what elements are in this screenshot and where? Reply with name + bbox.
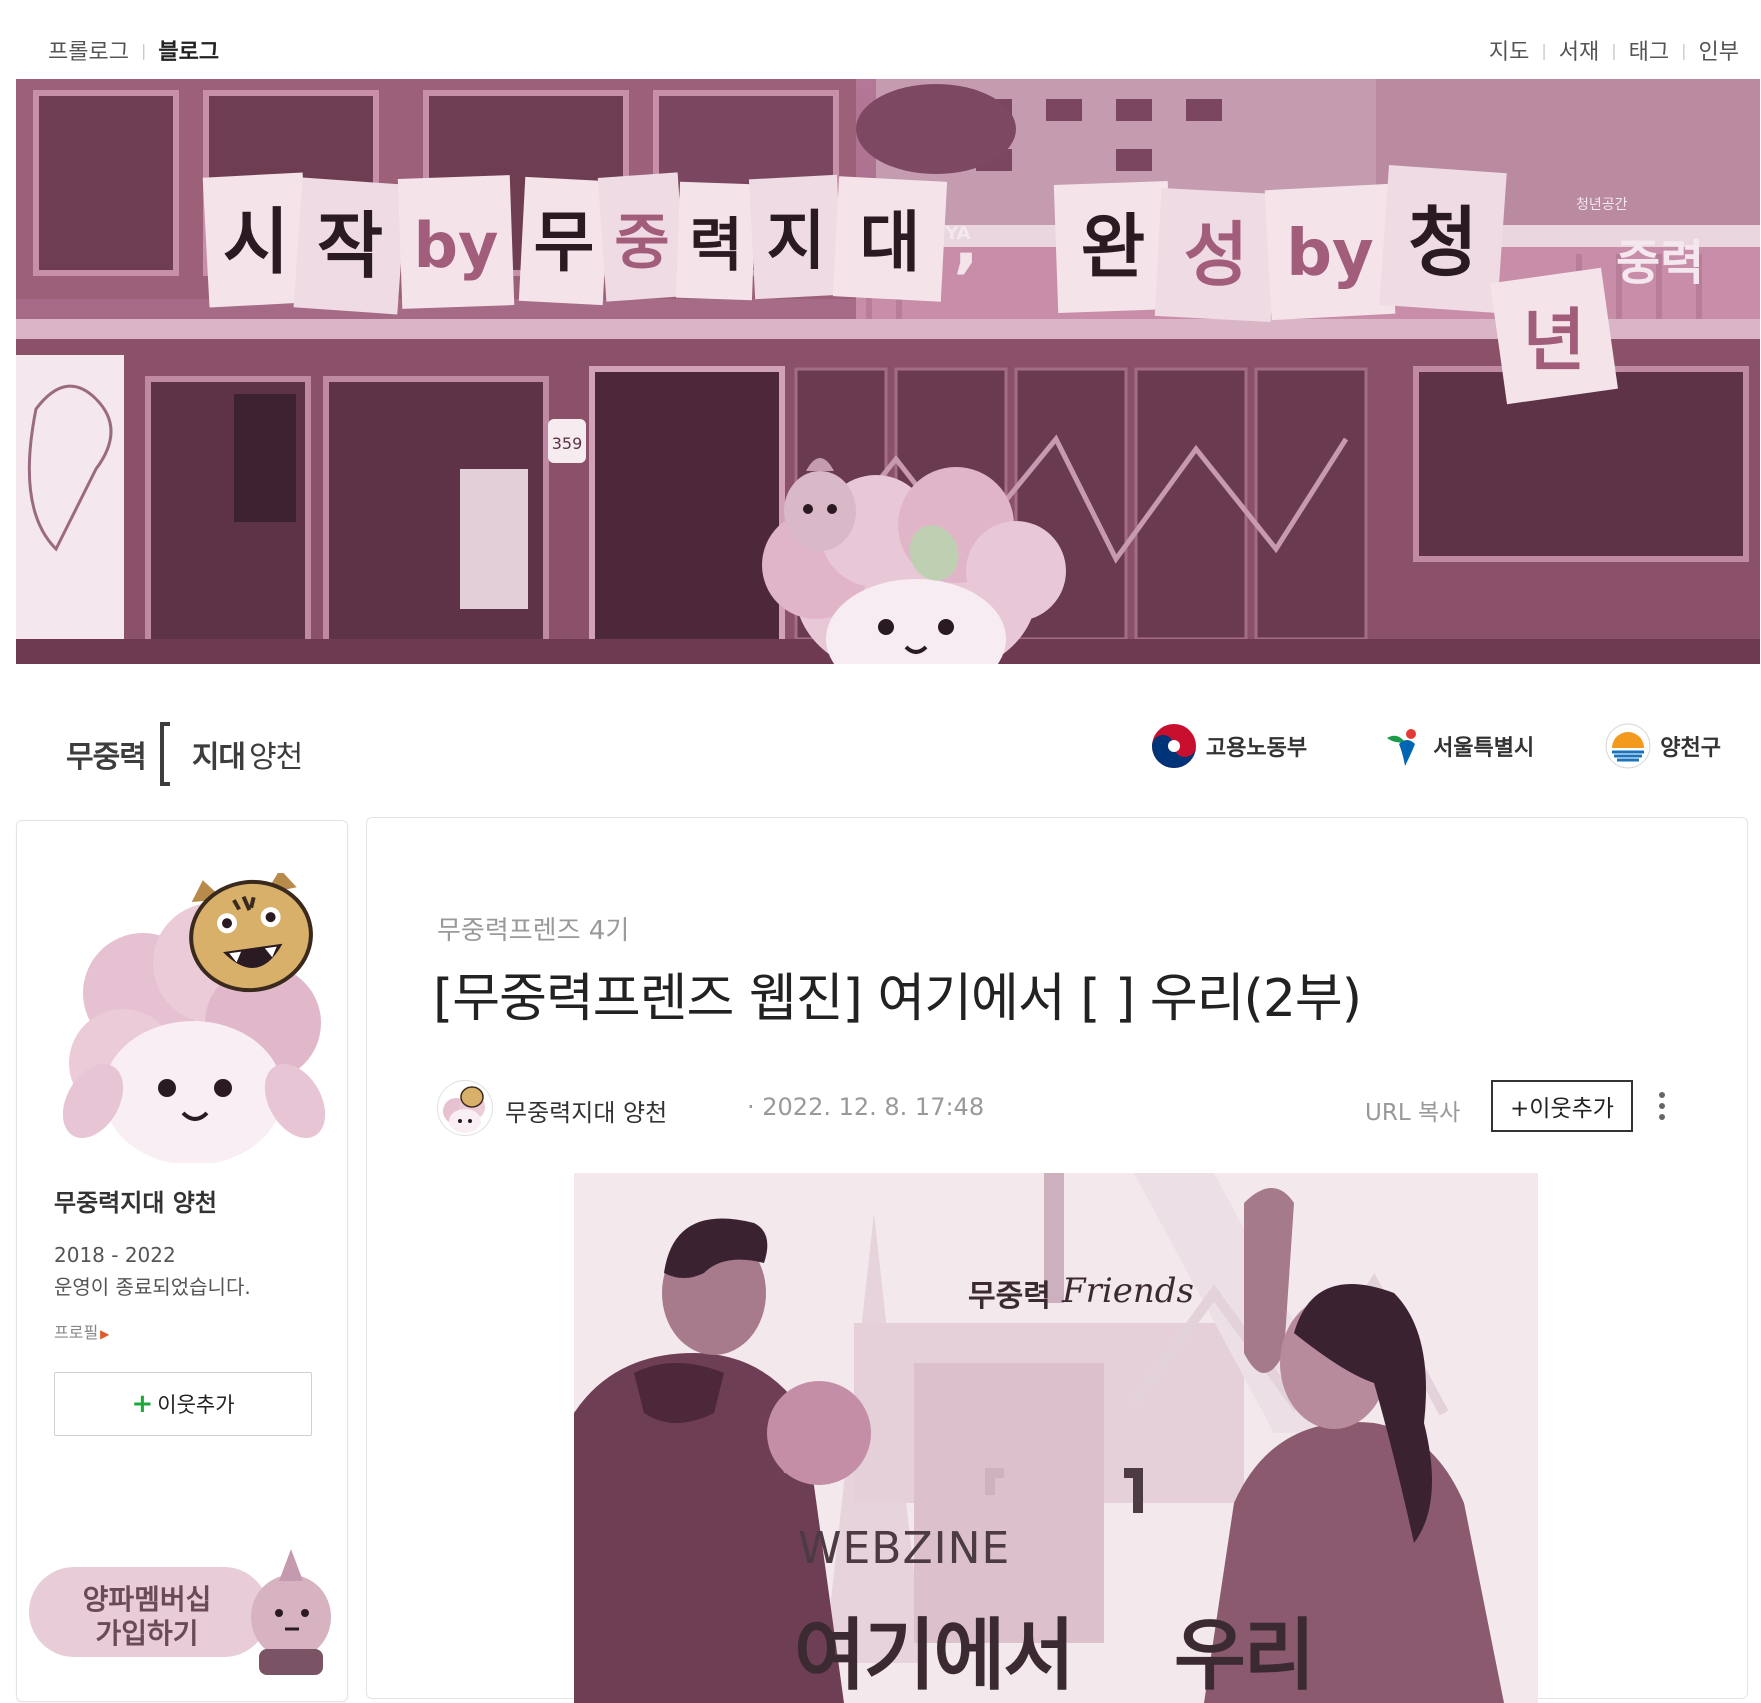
brand-bracket-icon — [159, 722, 178, 786]
profile-avatar[interactable] — [63, 873, 333, 1163]
hero-headline-right: 우리 — [1174, 1611, 1316, 1701]
brand-word-3: 양천 — [249, 740, 303, 775]
partner-name: 고용노동부 — [1205, 736, 1308, 761]
plus-icon: + — [131, 1389, 154, 1419]
caret-right-icon: ▶ — [100, 1327, 110, 1341]
banner-tile-10: 완 — [1081, 206, 1145, 288]
top-nav-right: 지도 | 서재 | 태그 | 인부 — [1489, 34, 1739, 66]
partner-name: 서울특별시 — [1433, 736, 1535, 761]
membership-line-1: 양파멤버십 — [83, 1583, 212, 1616]
banner-tile-7: 지 — [767, 205, 826, 279]
banner-tile-2: 작 — [317, 204, 383, 288]
brand-word-1: 무중력 — [66, 740, 147, 775]
post-title: [무중력프렌즈 웹진] 여기에서 [ ] 우리(2부) — [433, 969, 1362, 1029]
banner-small-sign: 청년공간 — [1576, 197, 1628, 213]
banner-tile-9: , — [953, 204, 978, 281]
nav-library-link[interactable]: 서재 — [1559, 34, 1599, 66]
banner-tile-6: 력 — [689, 211, 742, 279]
url-copy-button[interactable]: URL 복사 — [1365, 1093, 1460, 1127]
post-category[interactable]: 무중력프렌즈 4기 — [437, 910, 629, 947]
hero-friends-label: Friends — [1062, 1271, 1194, 1311]
nav-blog-link[interactable]: 블로그 — [158, 34, 219, 66]
nav-separator: | — [140, 40, 147, 60]
post-date: · 2022. 12. 8. 17:48 — [747, 1093, 985, 1121]
hero-brand-label: 무중력 — [968, 1279, 1051, 1314]
nav-separator: | — [1541, 40, 1547, 60]
banner-illustration: 359 TYZONE YA 청년공간 중력 시 작 by 무 중 — [16, 79, 1760, 664]
seoul-city-logo-icon — [1387, 729, 1417, 766]
add-neighbor-button[interactable]: + 이웃추가 — [54, 1372, 312, 1436]
banner-tile-12: by — [1286, 217, 1374, 291]
nav-tag-link[interactable]: 태그 — [1629, 34, 1669, 66]
onion-mascot-icon — [251, 1549, 331, 1675]
banner-tile-11: 성 — [1184, 214, 1248, 296]
nav-map-link[interactable]: 지도 — [1489, 34, 1529, 66]
banner-tile-4: 무 — [534, 204, 595, 281]
partner-logos: 고용노동부 서울특별시 양천구 — [1080, 718, 1721, 774]
author-avatar-image — [443, 1086, 485, 1133]
nav-separator: | — [1681, 40, 1687, 60]
yangcheon-gu-logo-icon — [1605, 723, 1651, 769]
profile-link[interactable]: 프로필 ▶ — [54, 1319, 109, 1343]
post-hero-image: 무중력 Friends WEBZINE 여기에서 우리 — [574, 1173, 1538, 1703]
partner-seoul-city: 서울특별시 — [1377, 722, 1534, 770]
banner-tile-14: 년 — [1523, 302, 1586, 381]
author-name[interactable]: 무중력지대 양천 — [505, 1093, 667, 1128]
top-nav-left: 프롤로그 | 블로그 — [48, 34, 219, 66]
add-neighbor-post-button[interactable]: +이웃추가 — [1491, 1080, 1633, 1132]
nav-separator: | — [1611, 40, 1617, 60]
onion-membership-banner[interactable]: 양파멤버십 가입하기 — [29, 1537, 345, 1687]
partner-yangcheon-gu: 양천구 — [1604, 722, 1721, 770]
profile-description: 2018 - 2022 운영이 종료되었습니다. — [54, 1243, 251, 1299]
nav-prologue-link[interactable]: 프롤로그 — [48, 34, 129, 66]
brand-word-2: 지대 — [191, 740, 246, 775]
profile-sidebar: 무중력지대 양천 2018 - 2022 운영이 종료되었습니다. 프로필 ▶ +… — [16, 820, 348, 1702]
partner-name: 양천구 — [1660, 736, 1721, 761]
banner-tile-13: 청 — [1408, 198, 1478, 287]
partner-ministry-of-labor: 고용노동부 — [1150, 722, 1307, 770]
top-navigation: 프롤로그 | 블로그 지도 | 서재 | 태그 | 인부 — [0, 0, 1761, 78]
add-neighbor-label: 이웃추가 — [157, 1393, 235, 1417]
nav-guestbook-link[interactable]: 인부 — [1699, 34, 1739, 66]
banner-tile-5: 중 — [614, 208, 669, 278]
banner-tile-8: 대 — [860, 204, 921, 281]
ministry-of-labor-logo-icon — [1151, 724, 1196, 768]
more-options-icon[interactable] — [1655, 1088, 1669, 1128]
banner-tile-1: 시 — [223, 200, 289, 284]
profile-link-label: 프로필 — [54, 1323, 99, 1342]
post-container: 무중력프렌즈 4기 [무중력프렌즈 웹진] 여기에서 [ ] 우리(2부) 무중… — [366, 817, 1748, 1703]
membership-line-2: 가입하기 — [95, 1617, 198, 1650]
post-meta-row: 무중력지대 양천 · 2022. 12. 8. 17:48 URL 복사 +이웃… — [437, 1080, 1677, 1136]
banner-tile-3: by — [414, 209, 499, 282]
hero-webzine-label: WEBZINE — [798, 1523, 1011, 1574]
blog-brand-logo[interactable]: 무중력 지대 양천 — [66, 718, 303, 790]
profile-name[interactable]: 무중력지대 양천 — [54, 1183, 217, 1218]
hero-headline-left: 여기에서 — [794, 1611, 1075, 1701]
blog-title-banner[interactable]: 359 TYZONE YA 청년공간 중력 시 작 by 무 중 — [16, 79, 1760, 664]
author-avatar[interactable] — [437, 1080, 493, 1136]
banner-door-number: 359 — [552, 434, 583, 453]
banner-side-sign: 중력 — [1616, 235, 1704, 291]
